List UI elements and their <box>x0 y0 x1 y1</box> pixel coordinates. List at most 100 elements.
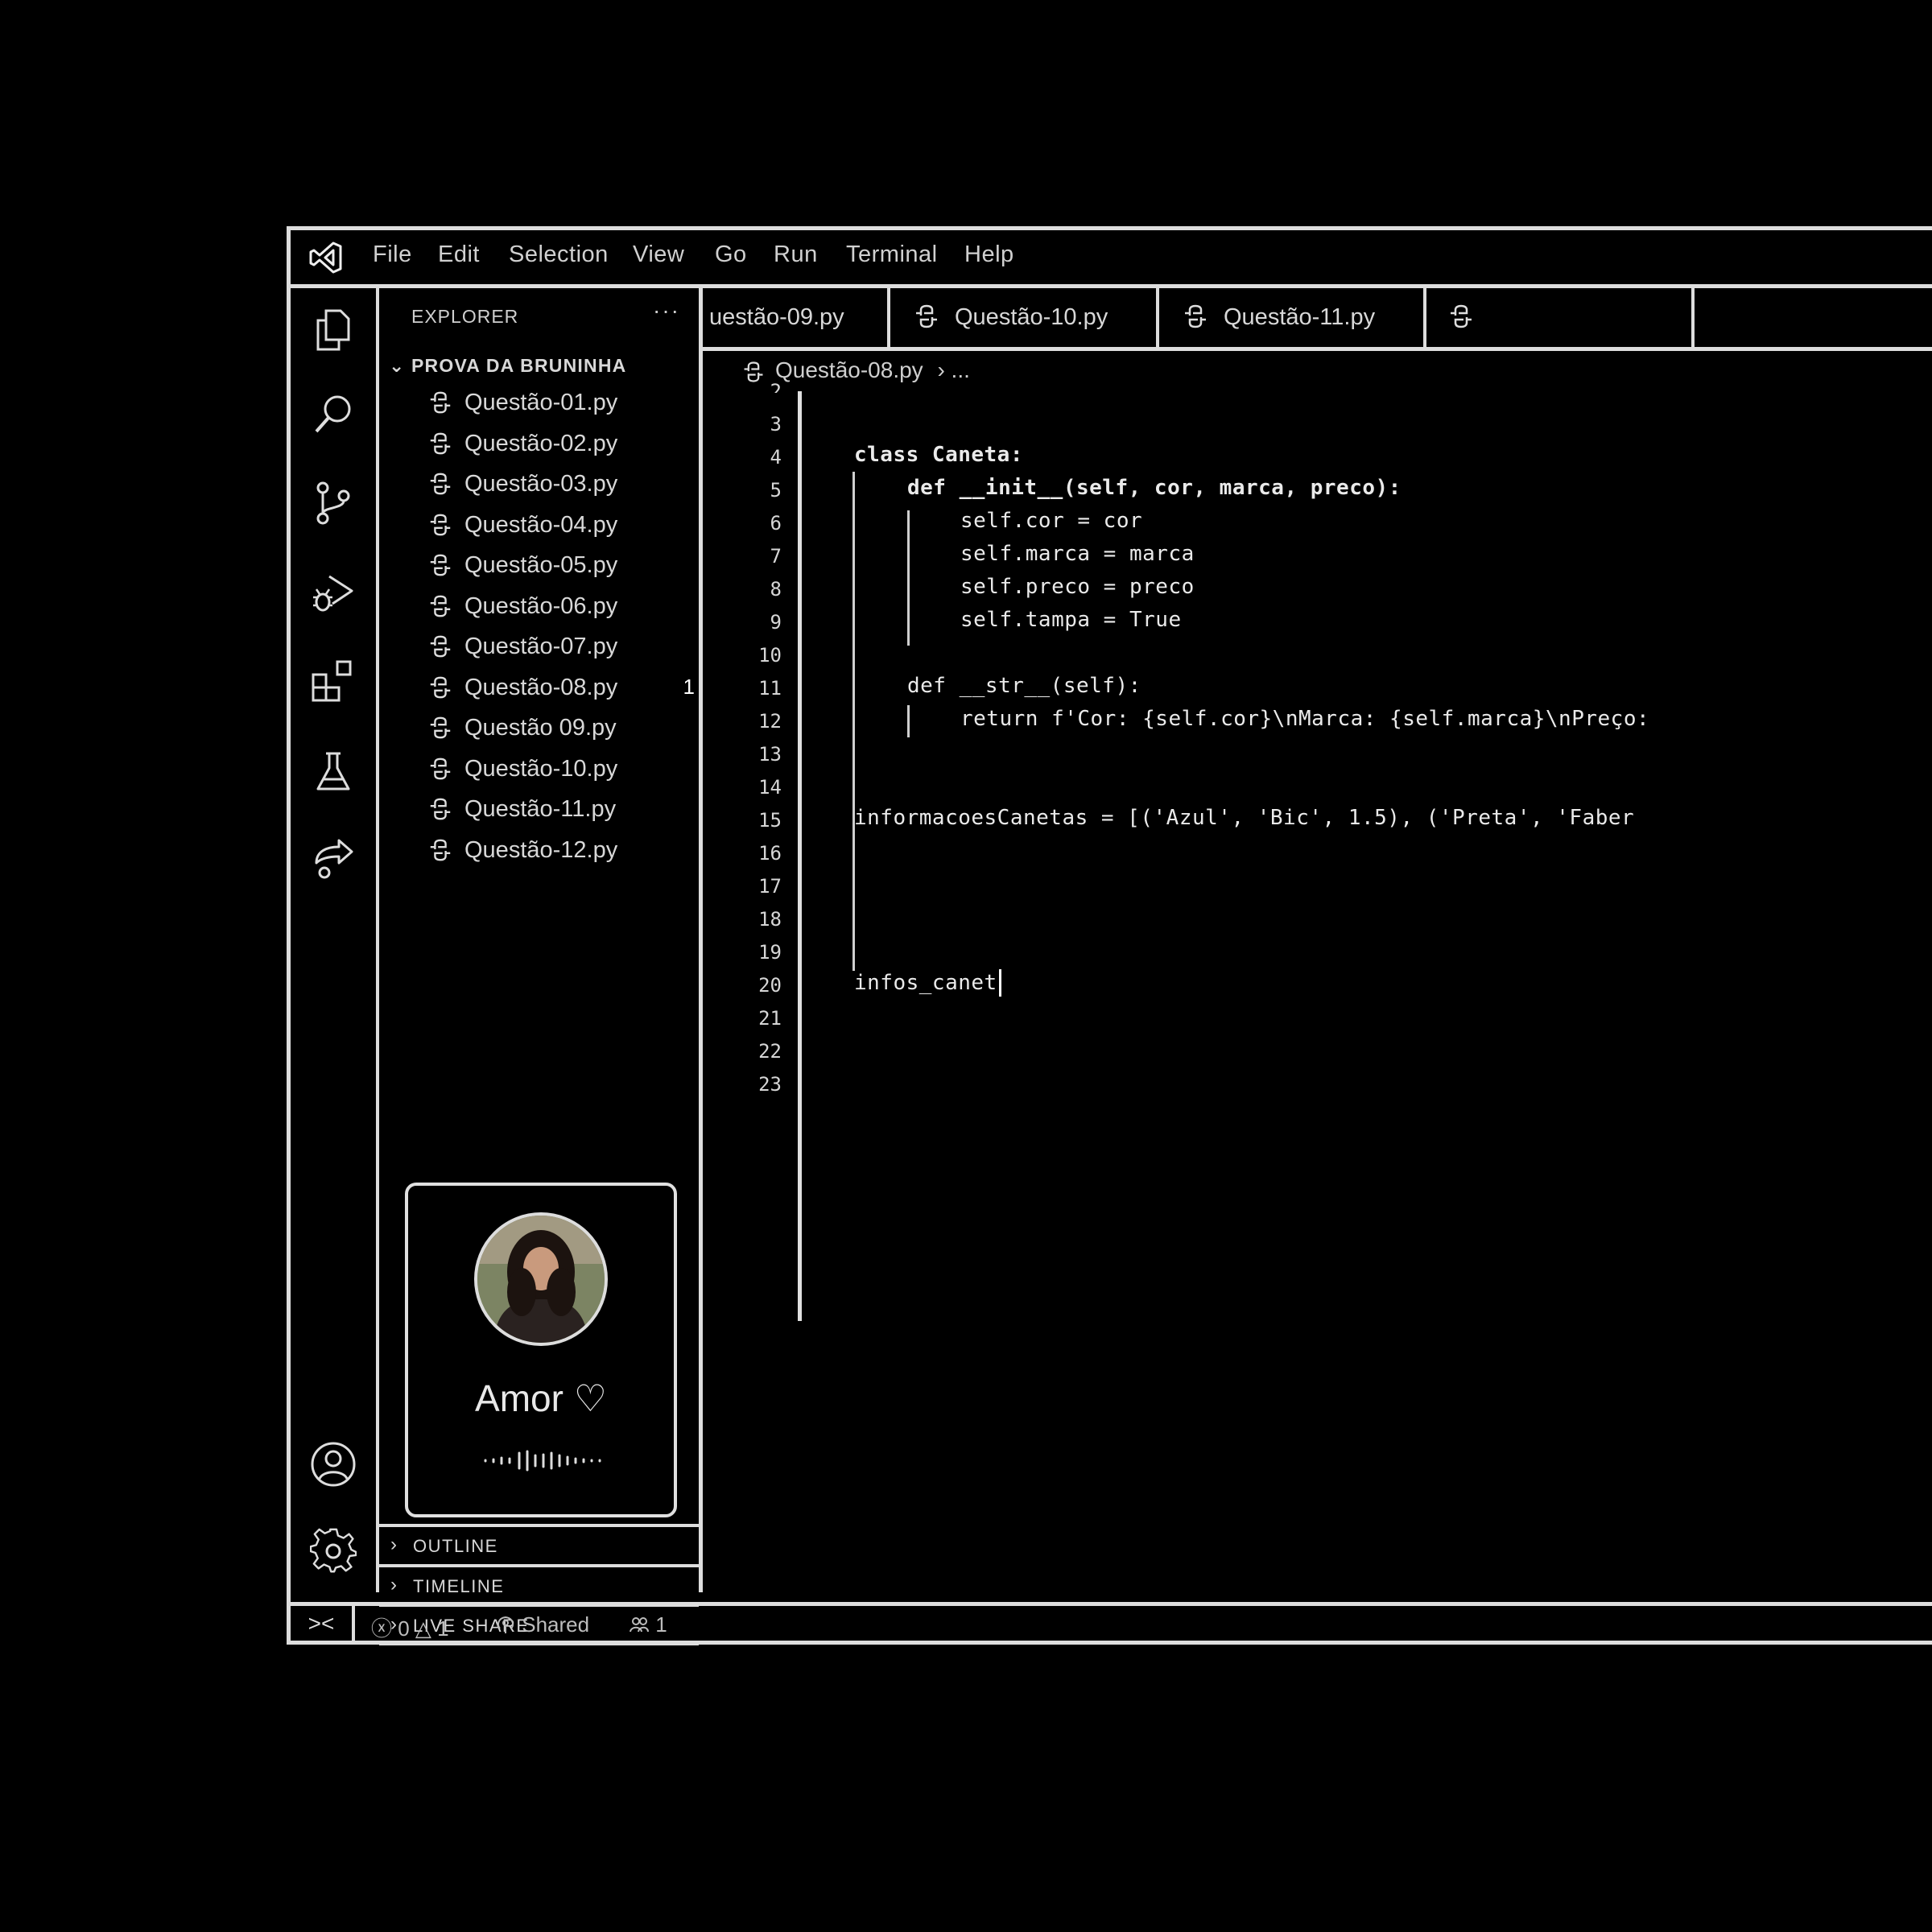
line-number: 10 <box>758 644 782 667</box>
file-item[interactable]: Questão 09.py <box>427 710 693 745</box>
file-item[interactable]: Questão-12.py <box>427 832 693 868</box>
folder-label: PROVA DA BRUNINHA <box>411 355 627 376</box>
problems-indicator[interactable]: ⓧ 0 △ 1 <box>371 1612 449 1642</box>
menu-file[interactable]: File <box>373 242 412 268</box>
line-number: 16 <box>758 842 782 865</box>
file-item[interactable]: Questão-01.py <box>427 385 693 420</box>
live-share-icon[interactable] <box>310 836 357 882</box>
profile-name: Amor ♡ <box>475 1377 607 1419</box>
file-name: Questão-06.py <box>464 592 618 619</box>
file-item[interactable]: Questão-04.py <box>427 507 693 543</box>
menu-terminal[interactable]: Terminal <box>846 242 938 268</box>
panel-timeline[interactable]: › TIMELINE <box>379 1564 699 1603</box>
tab-questao-10[interactable]: Questão-10.py <box>890 288 1159 347</box>
python-file-icon <box>430 716 451 739</box>
file-item[interactable]: Questão-06.py <box>427 588 693 624</box>
broadcast-icon <box>497 1616 514 1633</box>
code-line-11[interactable]: def __str__(self): <box>907 674 1141 698</box>
file-item[interactable]: Questão-10.py <box>427 751 693 786</box>
file-item[interactable]: Questão-07.py <box>427 629 693 664</box>
line-number: 15 <box>758 809 782 832</box>
file-name: Questão-07.py <box>464 634 618 659</box>
file-item[interactable]: Questão-05.py <box>427 547 693 583</box>
participants-indicator[interactable]: 1 <box>629 1612 667 1637</box>
tab-questao-12[interactable] <box>1426 288 1695 347</box>
python-file-icon <box>430 758 451 779</box>
python-file-icon <box>916 304 937 328</box>
source-control-icon[interactable] <box>310 480 357 526</box>
menu-edit[interactable]: Edit <box>438 242 480 268</box>
file-name: Questão 09.py <box>464 715 617 741</box>
testing-icon[interactable] <box>310 749 357 795</box>
line-number: 5 <box>770 479 782 502</box>
account-icon[interactable] <box>310 1441 357 1488</box>
tab-questao-11[interactable]: Questão-11.py <box>1159 288 1426 347</box>
menu-go[interactable]: Go <box>715 242 747 268</box>
gear-icon[interactable] <box>310 1528 357 1575</box>
code-line-12[interactable]: return f'Cor: {self.cor}\nMarca: {self.m… <box>960 707 1649 731</box>
python-file-icon <box>1185 304 1206 328</box>
file-name: Questão-08.py <box>464 674 618 700</box>
code-line-7[interactable]: self.marca = marca <box>960 542 1195 566</box>
vscode-window: File Edit Selection View Go Run Terminal… <box>287 226 1932 1645</box>
menu-run[interactable]: Run <box>774 242 818 268</box>
extensions-icon[interactable] <box>310 658 357 705</box>
explorer-icon[interactable] <box>310 306 357 353</box>
line-number: 12 <box>758 710 782 733</box>
live-share-status[interactable]: Shared <box>495 1612 589 1637</box>
code-line-4[interactable]: class Caneta: <box>854 443 1023 467</box>
chevron-right-icon: › <box>390 1534 398 1555</box>
code-line-5[interactable]: def __init__(self, cor, marca, preco): <box>907 476 1402 500</box>
line-number: 23 <box>758 1073 782 1096</box>
file-name: Questão-02.py <box>464 430 618 456</box>
line-number: 17 <box>758 875 782 898</box>
file-item[interactable]: Questão-11.py <box>427 791 693 827</box>
line-number: 4 <box>770 446 782 469</box>
status-bar: >< ⓧ 0 △ 1 Shared 1 <box>291 1602 1932 1644</box>
file-item[interactable]: Questão-02.py <box>427 426 693 461</box>
search-icon[interactable] <box>310 391 357 438</box>
editor-tabs: uestão-09.py Questão-10.py Questão-11.py <box>703 288 1932 351</box>
code-line-20[interactable]: infos_canet <box>854 971 997 995</box>
code-line-9[interactable]: self.tampa = True <box>960 608 1182 632</box>
text-cursor <box>999 969 1001 997</box>
file-name: Questão-05.py <box>464 552 618 578</box>
menu-help[interactable]: Help <box>964 242 1014 268</box>
breadcrumb-rest: › ... <box>937 357 970 382</box>
audio-waveform-icon <box>484 1450 601 1472</box>
problem-count-badge: 1 <box>683 674 695 699</box>
code-line-8[interactable]: self.preco = preco <box>960 575 1195 599</box>
file-item[interactable]: Questão-03.py <box>427 466 693 502</box>
more-actions-button[interactable]: ··· <box>653 298 680 324</box>
breadcrumb-file: Questão-08.py <box>775 357 923 382</box>
participants-icon <box>630 1617 649 1633</box>
line-number: 3 <box>770 413 782 436</box>
menu-selection[interactable]: Selection <box>509 242 609 268</box>
python-file-icon <box>430 635 451 658</box>
code-line-15[interactable]: informacoesCanetas = [('Azul', 'Bic', 1.… <box>854 806 1634 830</box>
file-name: Questão-11.py <box>464 796 617 822</box>
indent-guide <box>852 472 855 971</box>
avatar-photo <box>477 1216 605 1343</box>
file-name: Questão-04.py <box>464 511 618 538</box>
python-file-icon <box>430 554 451 576</box>
file-item[interactable]: Questão-08.py 1 <box>427 670 695 705</box>
python-file-icon <box>1451 304 1472 328</box>
line-number: 8 <box>770 578 782 601</box>
remote-indicator[interactable]: >< <box>291 1606 355 1644</box>
python-file-icon <box>430 839 451 861</box>
code-line-6[interactable]: self.cor = cor <box>960 509 1142 533</box>
folder-prova-da-bruninha[interactable]: ⌄ PROVA DA BRUNINHA <box>389 355 626 377</box>
chevron-down-icon: ⌄ <box>389 355 406 376</box>
line-number: 6 <box>770 512 782 535</box>
panel-outline[interactable]: › OUTLINE <box>379 1524 699 1563</box>
run-debug-icon[interactable] <box>310 570 357 617</box>
menu-view[interactable]: View <box>633 242 684 268</box>
vscode-logo-icon <box>309 242 342 274</box>
file-name: Questão-01.py <box>464 390 618 415</box>
explorer-sidebar: EXPLORER ··· ⌄ PROVA DA BRUNINHA Questão-… <box>379 288 703 1645</box>
tab-questao-09[interactable]: uestão-09.py <box>703 288 890 347</box>
python-file-icon <box>430 391 451 414</box>
line-number: 18 <box>758 908 782 931</box>
line-number: 11 <box>758 677 782 700</box>
